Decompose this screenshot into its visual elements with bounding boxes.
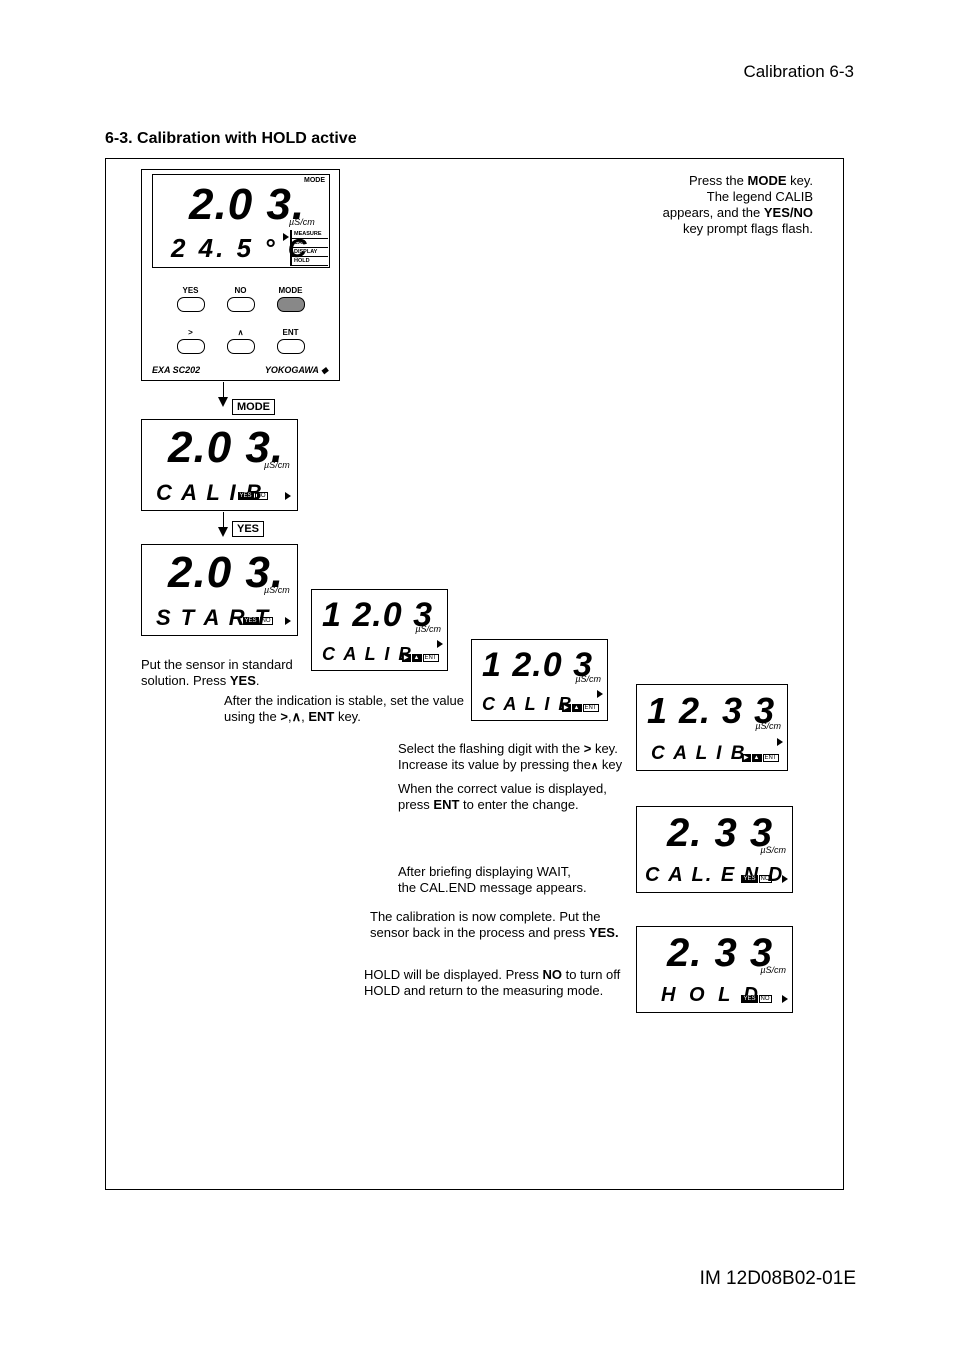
up-button[interactable]: [227, 339, 255, 354]
triangle-icon: [283, 233, 289, 241]
flow-arrow-2: [218, 512, 228, 537]
button-row-1: YES NO MODE: [142, 286, 339, 312]
no-button[interactable]: [227, 297, 255, 312]
instruction-mode-key: Press the MODE key. The legend CALIB app…: [663, 173, 813, 237]
right-button[interactable]: [177, 339, 205, 354]
branding: EXA SC202 YOKOGAWA ◆: [152, 365, 328, 376]
button-row-2: > ∧ ENT: [142, 328, 339, 354]
flow-arrow-1: [218, 382, 228, 407]
instrument-panel: MODE 2.0 3. µS/cm 2 4. 5 ° C MEASURECALD…: [141, 169, 340, 381]
instruction-select-digit: Select the flashing digit with the > key…: [398, 741, 622, 813]
mode-key-label: MODE: [232, 399, 275, 415]
ent-button[interactable]: [277, 339, 305, 354]
lcd-screen-3: 2.0 3. µS/cm S T A R T YESNO: [141, 544, 298, 636]
side-list: MEASURECALDISPLAYHOLD: [290, 230, 328, 266]
instruction-stable: After the indication is stable, set the …: [224, 693, 464, 725]
section-title: 6-3. Calibration with HOLD active: [105, 130, 357, 148]
instruction-hold-off: HOLD will be displayed. Press NO to turn…: [364, 967, 620, 999]
lcd-screen-4: 1 2.0 3 µS/cm C A L I B ▶▲ENT: [311, 589, 448, 671]
instruction-sensor: Put the sensor in standardsolution. Pres…: [141, 657, 293, 689]
lcd-screen-2: 2.0 3. µS/cm C A L I B YESNO: [141, 419, 298, 511]
yes-button[interactable]: [177, 297, 205, 312]
reading-main: 2.0 3.: [189, 183, 305, 227]
lcd-screen-1: MODE 2.0 3. µS/cm 2 4. 5 ° C MEASURECALD…: [152, 174, 330, 268]
instruction-wait: After briefing displaying WAIT,the CAL.E…: [398, 864, 587, 896]
yes-key-label: YES: [232, 521, 264, 537]
diagram-frame: Press the MODE key. The legend CALIB app…: [105, 158, 844, 1190]
mode-button[interactable]: [277, 297, 305, 312]
page-footer: IM 12D08B02-01E: [700, 1268, 856, 1290]
page: Calibration 6-3 6-3. Calibration with HO…: [0, 0, 954, 1350]
page-header: Calibration 6-3: [743, 62, 854, 82]
lcd-screen-8: 2. 3 3 µS/cm H O L D YESNO: [636, 926, 793, 1013]
lcd-screen-5: 1 2.0 3 µS/cm C A L I B ▶▲ENT: [471, 639, 608, 721]
instruction-complete: The calibration is now complete. Put the…: [370, 909, 619, 941]
lcd-screen-7: 2. 3 3 µS/cm C A L. E N D YESNO: [636, 806, 793, 893]
lcd-screen-6: 1 2. 3 3 µS/cm C A L I B ▶▲ENT: [636, 684, 788, 771]
